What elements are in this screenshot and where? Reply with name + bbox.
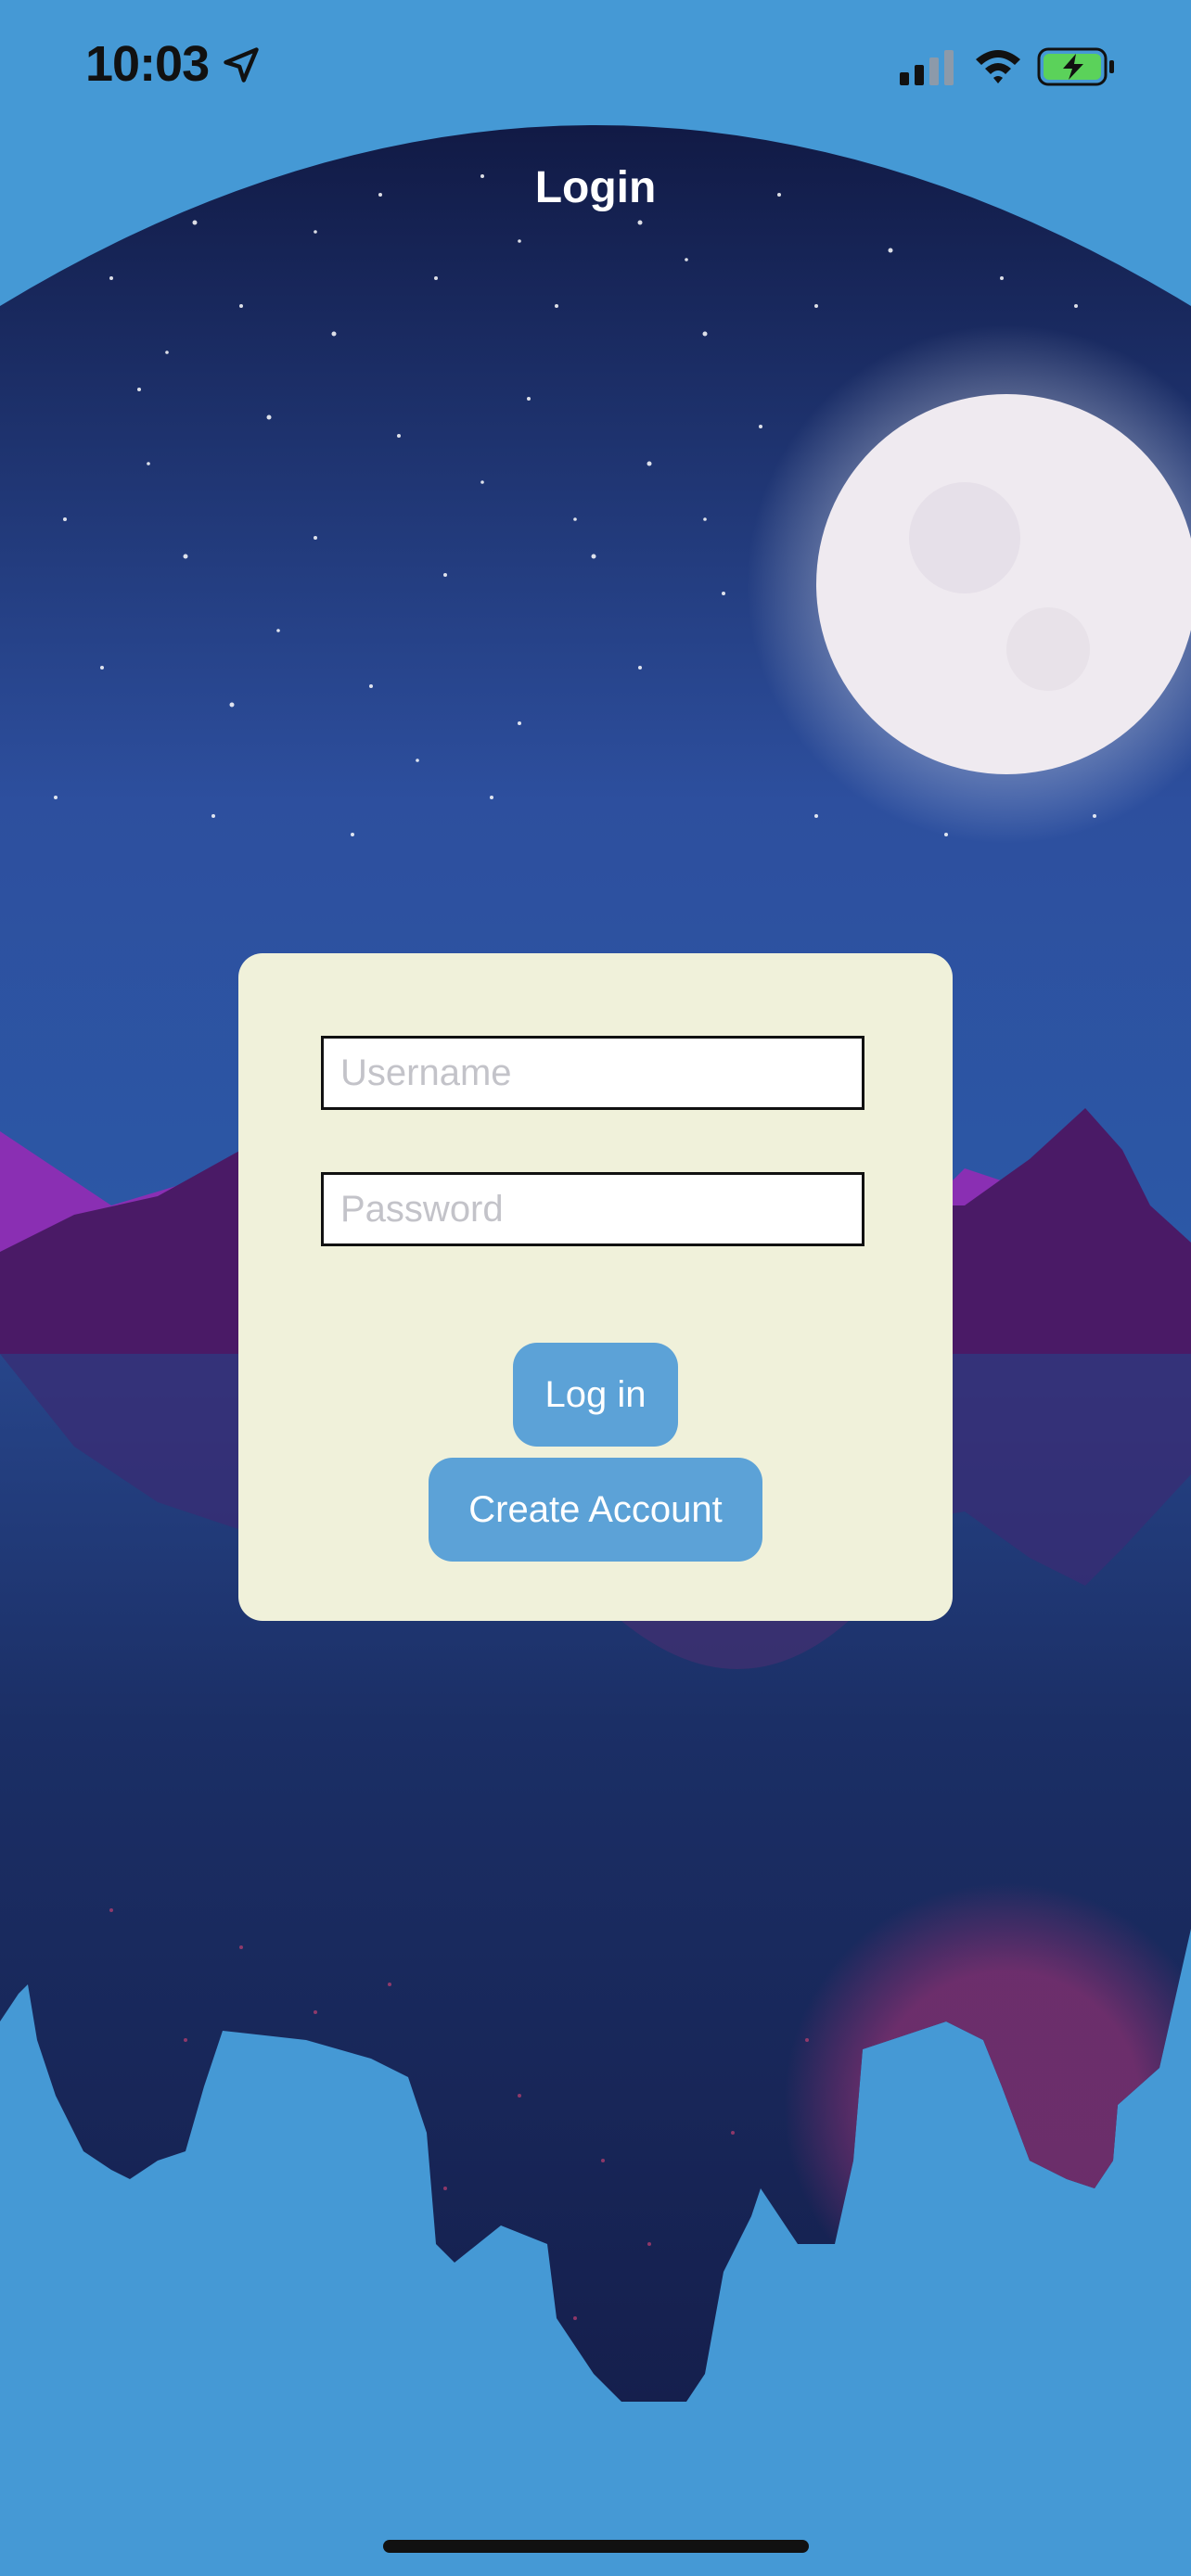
create-account-button[interactable]: Create Account <box>429 1458 762 1562</box>
battery-charging-icon <box>1037 47 1114 86</box>
location-arrow-icon <box>224 47 259 83</box>
home-indicator[interactable] <box>383 2540 809 2553</box>
wifi-icon <box>976 50 1020 83</box>
login-button[interactable]: Log in <box>513 1343 678 1447</box>
page-title: Login <box>534 163 657 212</box>
password-input[interactable] <box>321 1172 864 1246</box>
cellular-signal-icon <box>900 50 954 85</box>
username-input[interactable] <box>321 1036 864 1110</box>
status-time: 10:03 <box>85 36 210 92</box>
status-bar: 10:03 <box>0 0 1191 139</box>
moon <box>816 394 1191 774</box>
login-card: Log in Create Account <box>238 953 953 1621</box>
